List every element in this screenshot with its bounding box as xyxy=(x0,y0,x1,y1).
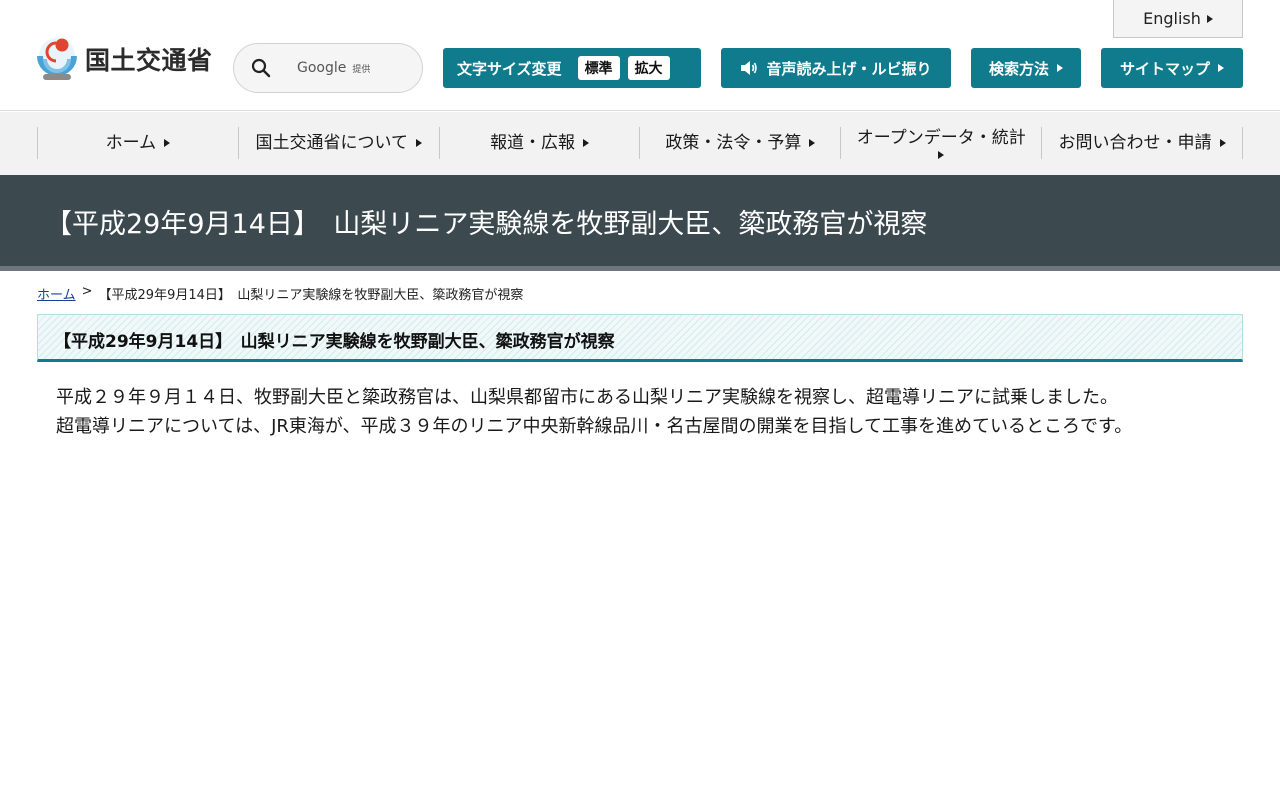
page-title: 【平成29年9月14日】 山梨リニア実験線を牧野副大臣、簗政務官が視察 xyxy=(45,209,928,240)
article-paragraph: 平成２９年９月１４日、牧野副大臣と簗政務官は、山梨県都留市にある山梨リニア実験線… xyxy=(56,387,1118,408)
nav-item-contact[interactable]: お問い合わせ・申請 xyxy=(1042,127,1243,159)
site-logo[interactable]: 国土交通省 xyxy=(37,36,213,82)
breadcrumb-separator: > xyxy=(81,284,93,299)
triangle-right-icon xyxy=(1219,139,1226,147)
nav-item-label: オープンデータ・統計 xyxy=(856,127,1026,148)
mlit-logo-icon xyxy=(37,38,77,80)
nav-item-label: 国土交通省について xyxy=(255,132,408,153)
triangle-right-icon xyxy=(415,139,422,147)
voice-reading-label: 音声読み上げ・ルビ振り xyxy=(766,59,932,78)
triangle-right-icon xyxy=(164,139,171,147)
search-icon[interactable] xyxy=(251,58,271,78)
search-howto-button[interactable]: 検索方法 xyxy=(971,48,1081,88)
triangle-right-icon xyxy=(809,139,816,147)
font-size-large-button[interactable]: 拡大 xyxy=(627,56,670,80)
english-label: English xyxy=(1143,9,1201,28)
nav-item-opendata[interactable]: オープンデータ・統計 xyxy=(841,127,1043,160)
search-provider-name: Google xyxy=(297,60,347,76)
triangle-right-icon xyxy=(1206,14,1213,23)
nav-item-policy[interactable]: 政策・法令・予算 xyxy=(640,127,842,159)
article-body: 平成２９年９月１４日、牧野副大臣と簗政務官は、山梨県都留市にある山梨リニア実験線… xyxy=(56,383,1246,441)
article-paragraph: 超電導リニアについては、JR東海が、平成３９年のリニア中央新幹線品川・名古屋間の… xyxy=(56,416,1133,437)
breadcrumb: ホーム > 【平成29年9月14日】 山梨リニア実験線を牧野副大臣、簗政務官が視… xyxy=(37,284,523,303)
speaker-icon xyxy=(741,61,758,75)
voice-reading-button[interactable]: 音声読み上げ・ルビ振り xyxy=(721,48,951,88)
page-title-band: 【平成29年9月14日】 山梨リニア実験線を牧野副大臣、簗政務官が視察 xyxy=(0,175,1280,271)
logo-text: 国土交通省 xyxy=(85,46,213,75)
breadcrumb-home-link[interactable]: ホーム xyxy=(37,284,76,303)
triangle-right-icon xyxy=(1057,64,1063,72)
sitemap-button[interactable]: サイトマップ xyxy=(1101,48,1243,88)
global-nav-list: ホーム 国土交通省について 報道・広報 政策・法令・予算 オープンデータ・統計 … xyxy=(37,127,1243,160)
search-input[interactable]: Google 提供 xyxy=(233,43,423,93)
search-provider: Google 提供 xyxy=(297,60,370,76)
search-provider-suffix: 提供 xyxy=(352,65,371,75)
english-button[interactable]: English xyxy=(1113,0,1243,38)
triangle-right-icon xyxy=(1218,64,1224,72)
triangle-right-icon xyxy=(938,151,945,160)
site-header: English 国土交通省 Google 提供 文字サイズ変更 標準 拡大 音声… xyxy=(0,0,1280,111)
nav-item-press[interactable]: 報道・広報 xyxy=(440,127,641,159)
nav-item-about[interactable]: 国土交通省について xyxy=(239,127,440,159)
triangle-right-icon xyxy=(583,139,590,147)
article-heading: 【平成29年9月14日】 山梨リニア実験線を牧野副大臣、簗政務官が視察 xyxy=(54,332,615,352)
nav-item-label: 報道・広報 xyxy=(490,132,576,153)
font-size-control: 文字サイズ変更 標準 拡大 xyxy=(443,48,701,88)
sitemap-label: サイトマップ xyxy=(1119,59,1210,78)
font-size-standard-button[interactable]: 標準 xyxy=(577,56,620,80)
nav-item-label: 政策・法令・予算 xyxy=(665,132,802,153)
global-nav: ホーム 国土交通省について 報道・広報 政策・法令・予算 オープンデータ・統計 … xyxy=(0,112,1280,175)
breadcrumb-current: 【平成29年9月14日】 山梨リニア実験線を牧野副大臣、簗政務官が視察 xyxy=(98,288,524,303)
nav-item-label: ホーム xyxy=(105,132,157,153)
nav-item-label: お問い合わせ・申請 xyxy=(1058,132,1212,153)
search-howto-label: 検索方法 xyxy=(988,59,1049,78)
font-size-label: 文字サイズ変更 xyxy=(457,59,562,78)
nav-item-home[interactable]: ホーム xyxy=(38,127,239,159)
article-heading-box: 【平成29年9月14日】 山梨リニア実験線を牧野副大臣、簗政務官が視察 xyxy=(37,314,1243,362)
